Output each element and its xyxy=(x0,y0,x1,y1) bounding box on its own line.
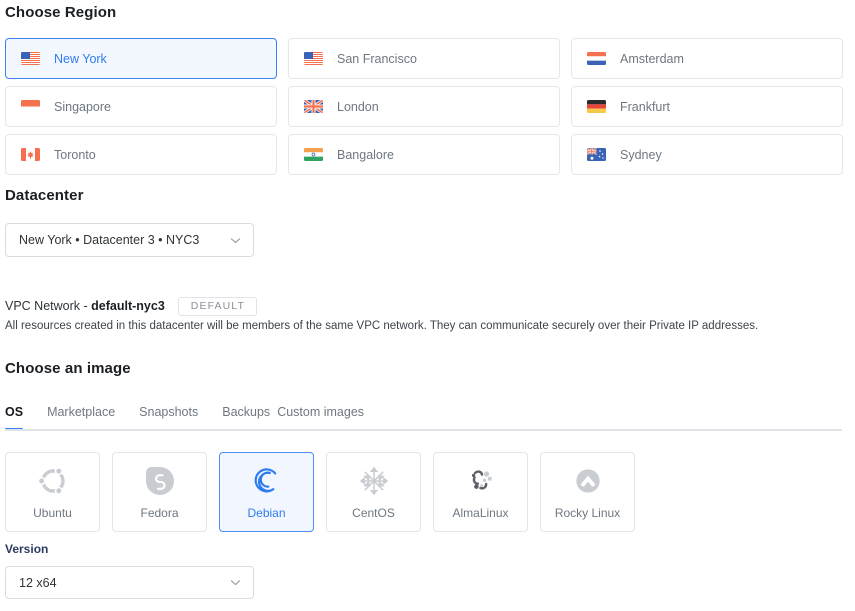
choose-image-heading: Choose an image xyxy=(5,360,131,377)
region-card-sydney[interactable]: Sydney xyxy=(571,134,843,175)
os-card-debian[interactable]: Debian xyxy=(219,452,314,532)
flag-us-icon xyxy=(304,52,323,65)
flag-de-icon xyxy=(587,100,606,113)
region-card-new-york[interactable]: New York xyxy=(5,38,277,79)
datacenter-heading: Datacenter xyxy=(5,187,84,204)
fedora-logo-icon xyxy=(143,464,177,498)
chevron-down-icon xyxy=(229,576,242,589)
os-options-grid: Ubuntu Fedora Debian CentOS AlmaLinux Ro… xyxy=(5,452,635,532)
region-label: Toronto xyxy=(54,147,96,162)
region-card-frankfurt[interactable]: Frankfurt xyxy=(571,86,843,127)
flag-gb-icon xyxy=(304,100,323,113)
region-card-toronto[interactable]: Toronto xyxy=(5,134,277,175)
image-tabs: OS Marketplace Snapshots Backups Custom imag… xyxy=(5,405,364,431)
os-card-almalinux[interactable]: AlmaLinux xyxy=(433,452,528,532)
datacenter-select[interactable]: New York • Datacenter 3 • NYC3 xyxy=(5,223,254,257)
debian-logo-icon xyxy=(250,464,284,498)
region-label: Amsterdam xyxy=(620,51,684,66)
flag-sg-icon xyxy=(21,100,40,113)
os-label: Debian xyxy=(247,506,286,520)
version-selected-value: 12 x64 xyxy=(19,575,57,590)
tab-snapshots[interactable]: Snapshots xyxy=(139,405,198,430)
choose-region-heading: Choose Region xyxy=(5,4,117,21)
version-label: Version xyxy=(5,542,49,556)
region-card-amsterdam[interactable]: Amsterdam xyxy=(571,38,843,79)
vpc-network-name: default-nyc3 xyxy=(91,299,165,314)
tab-os[interactable]: OS xyxy=(5,405,24,431)
vpc-network-description: All resources created in this datacenter… xyxy=(5,320,759,332)
flag-in-icon xyxy=(304,148,323,161)
os-label: Ubuntu xyxy=(33,506,72,520)
tab-marketplace[interactable]: Marketplace xyxy=(47,405,115,430)
region-card-bangalore[interactable]: Bangalore xyxy=(288,134,560,175)
os-label: Rocky Linux xyxy=(554,506,621,520)
flag-au-icon xyxy=(587,148,606,161)
chevron-down-icon xyxy=(229,234,242,247)
flag-nl-icon xyxy=(587,52,606,65)
ubuntu-logo-icon xyxy=(36,464,70,498)
flag-us-icon xyxy=(21,52,40,65)
os-card-centos[interactable]: CentOS xyxy=(326,452,421,532)
region-card-singapore[interactable]: Singapore xyxy=(5,86,277,127)
region-grid: New York San Francisco Amsterdam Singapore L… xyxy=(5,38,843,175)
region-label: London xyxy=(337,99,379,114)
os-label: AlmaLinux xyxy=(452,506,509,520)
os-label: CentOS xyxy=(352,506,395,520)
tab-divider xyxy=(5,429,842,431)
default-badge: DEFAULT xyxy=(177,297,257,316)
create-droplet-form: Choose Region New York San Francisco Amste… xyxy=(0,0,855,611)
rockylinux-logo-icon xyxy=(571,464,605,498)
datacenter-selected-value: New York • Datacenter 3 • NYC3 xyxy=(19,233,200,247)
region-label: Sydney xyxy=(620,147,662,162)
os-card-rocky-linux[interactable]: Rocky Linux xyxy=(540,452,635,532)
region-label: Bangalore xyxy=(337,147,394,162)
tab-backups[interactable]: Backups xyxy=(222,405,270,430)
region-label: Frankfurt xyxy=(620,99,671,114)
vpc-label-prefix: VPC Network - xyxy=(5,299,92,314)
os-label: Fedora xyxy=(140,506,179,520)
vpc-network-label: VPC Network - default-nyc3 xyxy=(5,299,165,313)
region-card-san-francisco[interactable]: San Francisco xyxy=(288,38,560,79)
region-card-london[interactable]: London xyxy=(288,86,560,127)
version-select[interactable]: 12 x64 xyxy=(5,566,254,599)
flag-ca-icon xyxy=(21,148,40,161)
os-card-fedora[interactable]: Fedora xyxy=(112,452,207,532)
os-card-ubuntu[interactable]: Ubuntu xyxy=(5,452,100,532)
tab-custom-images[interactable]: Custom images xyxy=(277,405,364,430)
vpc-network-row: VPC Network - default-nyc3 DEFAULT xyxy=(5,297,257,316)
region-label: San Francisco xyxy=(337,51,417,66)
region-label: New York xyxy=(54,51,107,66)
region-label: Singapore xyxy=(54,99,111,114)
centos-logo-icon xyxy=(357,464,391,498)
almalinux-logo-icon xyxy=(464,464,498,498)
